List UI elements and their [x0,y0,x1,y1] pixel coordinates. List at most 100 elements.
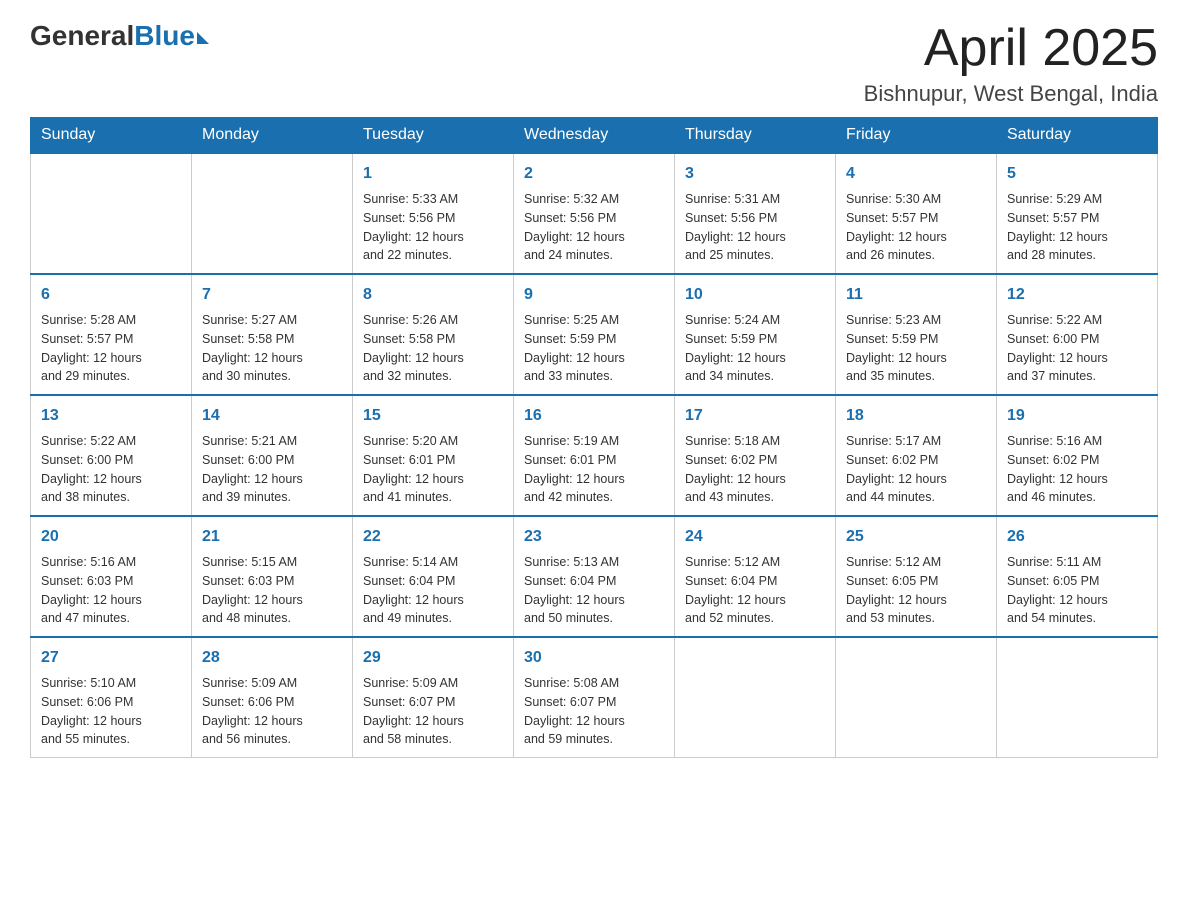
cell-week4-day2: 22Sunrise: 5:14 AM Sunset: 6:04 PM Dayli… [353,516,514,637]
day-number: 8 [363,283,503,307]
week-row-4: 20 Sunrise: 5:16 AM Sunset: 6:03 PM Dayli… [31,516,1158,637]
cell-week1-day0 [31,153,192,274]
day-info: Sunrise: 5:19 AM Sunset: 6:01 PM Dayligh… [524,432,664,507]
day-info: Sunrise: 5:26 AM Sunset: 5:58 PM Dayligh… [363,311,503,386]
weekday-header-row: Sunday Monday Tuesday Wednesday Thursday… [31,118,1158,154]
header-friday: Friday [836,118,997,154]
title-block: April 2025 Bishnupur, West Bengal, India [864,20,1158,107]
logo-blue-text: Blue [134,20,195,52]
day-info: Sunrise: 5:10 AM Sunset: 6:06 PM Dayligh… [41,674,181,749]
day-number: 9 [524,283,664,307]
cell-week5-day2: 29Sunrise: 5:09 AM Sunset: 6:07 PM Dayli… [353,637,514,758]
day-number: 6 [41,283,181,307]
day-number: 23 [524,525,664,549]
day-info: Sunrise: 5:13 AM Sunset: 6:04 PM Dayligh… [524,553,664,628]
header-sunday: Sunday [31,118,192,154]
cell-week5-day6 [997,637,1158,758]
day-number: 7 [202,283,342,307]
day-info: Sunrise: 5:33 AM Sunset: 5:56 PM Dayligh… [363,190,503,265]
day-info: Sunrise: 5:23 AM Sunset: 5:59 PM Dayligh… [846,311,986,386]
cell-week2-day2: 8 Sunrise: 5:26 AM Sunset: 5:58 PM Daylig… [353,274,514,395]
day-number: 18 [846,404,986,428]
day-info: Sunrise: 5:09 AM Sunset: 6:06 PM Dayligh… [202,674,342,749]
cell-week4-day3: 23 Sunrise: 5:13 AM Sunset: 6:04 PM Dayli… [514,516,675,637]
cell-week3-day4: 17 Sunrise: 5:18 AM Sunset: 6:02 PM Dayli… [675,395,836,516]
day-number: 21 [202,525,342,549]
location-title: Bishnupur, West Bengal, India [864,81,1158,107]
header-wednesday: Wednesday [514,118,675,154]
cell-week4-day4: 24 Sunrise: 5:12 AM Sunset: 6:04 PM Dayli… [675,516,836,637]
cell-week5-day1: 28 Sunrise: 5:09 AM Sunset: 6:06 PM Dayli… [192,637,353,758]
day-info: Sunrise: 5:12 AM Sunset: 6:05 PM Dayligh… [846,553,986,628]
cell-week3-day3: 16 Sunrise: 5:19 AM Sunset: 6:01 PM Dayli… [514,395,675,516]
week-row-1: 1 Sunrise: 5:33 AM Sunset: 5:56 PM Daylig… [31,153,1158,274]
day-info: Sunrise: 5:20 AM Sunset: 6:01 PM Dayligh… [363,432,503,507]
day-number: 19 [1007,404,1147,428]
day-number: 5 [1007,162,1147,186]
cell-week2-day6: 12Sunrise: 5:22 AM Sunset: 6:00 PM Dayli… [997,274,1158,395]
day-number: 27 [41,646,181,670]
day-info: Sunrise: 5:21 AM Sunset: 6:00 PM Dayligh… [202,432,342,507]
day-info: Sunrise: 5:16 AM Sunset: 6:03 PM Dayligh… [41,553,181,628]
header-saturday: Saturday [997,118,1158,154]
calendar-table: Sunday Monday Tuesday Wednesday Thursday… [30,117,1158,758]
cell-week2-day1: 7Sunrise: 5:27 AM Sunset: 5:58 PM Daylig… [192,274,353,395]
day-number: 15 [363,404,503,428]
day-info: Sunrise: 5:28 AM Sunset: 5:57 PM Dayligh… [41,311,181,386]
cell-week2-day5: 11 Sunrise: 5:23 AM Sunset: 5:59 PM Dayli… [836,274,997,395]
day-info: Sunrise: 5:22 AM Sunset: 6:00 PM Dayligh… [41,432,181,507]
day-info: Sunrise: 5:11 AM Sunset: 6:05 PM Dayligh… [1007,553,1147,628]
month-title: April 2025 [864,20,1158,77]
page-header: General Blue April 2025 Bishnupur, West … [30,20,1158,107]
day-number: 4 [846,162,986,186]
day-info: Sunrise: 5:08 AM Sunset: 6:07 PM Dayligh… [524,674,664,749]
cell-week1-day1 [192,153,353,274]
cell-week4-day1: 21 Sunrise: 5:15 AM Sunset: 6:03 PM Dayli… [192,516,353,637]
cell-week4-day6: 26Sunrise: 5:11 AM Sunset: 6:05 PM Dayli… [997,516,1158,637]
day-number: 11 [846,283,986,307]
cell-week3-day6: 19 Sunrise: 5:16 AM Sunset: 6:02 PM Dayli… [997,395,1158,516]
cell-week2-day4: 10Sunrise: 5:24 AM Sunset: 5:59 PM Dayli… [675,274,836,395]
cell-week5-day5 [836,637,997,758]
day-info: Sunrise: 5:16 AM Sunset: 6:02 PM Dayligh… [1007,432,1147,507]
week-row-3: 13Sunrise: 5:22 AM Sunset: 6:00 PM Dayli… [31,395,1158,516]
day-number: 2 [524,162,664,186]
week-row-5: 27 Sunrise: 5:10 AM Sunset: 6:06 PM Dayli… [31,637,1158,758]
cell-week4-day0: 20 Sunrise: 5:16 AM Sunset: 6:03 PM Dayli… [31,516,192,637]
day-number: 1 [363,162,503,186]
cell-week2-day3: 9Sunrise: 5:25 AM Sunset: 5:59 PM Daylig… [514,274,675,395]
cell-week5-day0: 27 Sunrise: 5:10 AM Sunset: 6:06 PM Dayli… [31,637,192,758]
cell-week1-day6: 5 Sunrise: 5:29 AM Sunset: 5:57 PM Daylig… [997,153,1158,274]
cell-week3-day1: 14 Sunrise: 5:21 AM Sunset: 6:00 PM Dayli… [192,395,353,516]
cell-week3-day0: 13Sunrise: 5:22 AM Sunset: 6:00 PM Dayli… [31,395,192,516]
header-tuesday: Tuesday [353,118,514,154]
day-info: Sunrise: 5:32 AM Sunset: 5:56 PM Dayligh… [524,190,664,265]
day-info: Sunrise: 5:29 AM Sunset: 5:57 PM Dayligh… [1007,190,1147,265]
logo-triangle-icon [197,32,209,44]
day-info: Sunrise: 5:18 AM Sunset: 6:02 PM Dayligh… [685,432,825,507]
day-number: 20 [41,525,181,549]
day-info: Sunrise: 5:14 AM Sunset: 6:04 PM Dayligh… [363,553,503,628]
logo-general-text: General [30,20,134,52]
day-info: Sunrise: 5:17 AM Sunset: 6:02 PM Dayligh… [846,432,986,507]
cell-week1-day2: 1 Sunrise: 5:33 AM Sunset: 5:56 PM Daylig… [353,153,514,274]
day-number: 24 [685,525,825,549]
day-number: 28 [202,646,342,670]
cell-week1-day5: 4Sunrise: 5:30 AM Sunset: 5:57 PM Daylig… [836,153,997,274]
day-info: Sunrise: 5:15 AM Sunset: 6:03 PM Dayligh… [202,553,342,628]
header-monday: Monday [192,118,353,154]
day-number: 10 [685,283,825,307]
day-info: Sunrise: 5:22 AM Sunset: 6:00 PM Dayligh… [1007,311,1147,386]
day-number: 14 [202,404,342,428]
day-number: 25 [846,525,986,549]
day-info: Sunrise: 5:12 AM Sunset: 6:04 PM Dayligh… [685,553,825,628]
day-number: 3 [685,162,825,186]
day-info: Sunrise: 5:31 AM Sunset: 5:56 PM Dayligh… [685,190,825,265]
header-thursday: Thursday [675,118,836,154]
cell-week3-day5: 18 Sunrise: 5:17 AM Sunset: 6:02 PM Dayli… [836,395,997,516]
week-row-2: 6 Sunrise: 5:28 AM Sunset: 5:57 PM Daylig… [31,274,1158,395]
day-number: 17 [685,404,825,428]
day-number: 16 [524,404,664,428]
logo: General Blue [30,20,209,52]
day-number: 30 [524,646,664,670]
